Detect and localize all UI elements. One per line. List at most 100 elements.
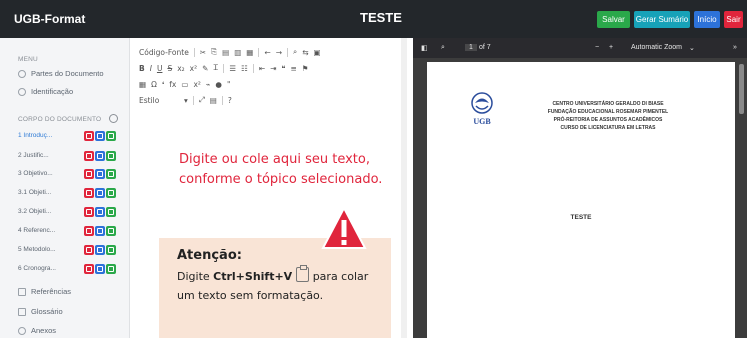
- flag-icon[interactable]: ⚑: [302, 64, 309, 73]
- double-quote-icon[interactable]: ": [227, 80, 230, 89]
- delete-topic-icon[interactable]: [84, 226, 94, 236]
- pdf-scrollbar[interactable]: [739, 64, 744, 114]
- edit-topic-icon[interactable]: [95, 226, 105, 236]
- edit-topic-icon[interactable]: [95, 264, 105, 274]
- sidebar-item-references[interactable]: Referências: [18, 287, 71, 296]
- link-icon[interactable]: ⌁: [206, 80, 211, 89]
- add-topic-icon[interactable]: [106, 131, 116, 141]
- sidebar-item-attachments[interactable]: Anexos: [18, 326, 56, 335]
- chevron-down-icon[interactable]: ▾: [184, 96, 188, 105]
- style-select[interactable]: Estilo: [139, 96, 179, 105]
- delete-topic-icon[interactable]: [84, 131, 94, 141]
- edit-topic-icon[interactable]: [95, 151, 105, 161]
- text-editor[interactable]: Código-Fonte ✂ ⎘ ▤ ▥ ▦ ← → ⌕ ⇆ ▣ B I U S…: [131, 38, 401, 338]
- maximize-icon[interactable]: ⤢: [199, 95, 205, 105]
- sidebar-item-document-parts[interactable]: Partes do Documento: [18, 69, 104, 78]
- edit-topic-icon[interactable]: [95, 131, 105, 141]
- menu-heading: MENU: [18, 56, 38, 63]
- delete-topic-icon[interactable]: [84, 245, 94, 255]
- clear-format-icon[interactable]: Ꮖ: [213, 63, 218, 73]
- numbered-list-icon[interactable]: ☰: [229, 64, 236, 73]
- align-icon[interactable]: ≡: [290, 64, 296, 73]
- footnote-icon[interactable]: x²: [193, 80, 200, 89]
- chevron-down-icon[interactable]: ⌄: [689, 44, 695, 52]
- delete-topic-icon[interactable]: [84, 207, 94, 217]
- outdent-icon[interactable]: ⇤: [259, 64, 265, 73]
- zoom-out-icon[interactable]: −: [595, 44, 599, 51]
- find-icon[interactable]: ⌕: [293, 47, 297, 57]
- source-code-button[interactable]: Código-Fonte: [139, 48, 189, 57]
- redo-icon[interactable]: →: [276, 48, 282, 57]
- add-topic-icon[interactable]: [106, 188, 116, 198]
- app-brand[interactable]: UGB-Format: [14, 12, 85, 26]
- page-number-input[interactable]: 1: [465, 44, 477, 51]
- sidebar-item-glossary[interactable]: Glossário: [18, 307, 63, 316]
- topic-item-3-1[interactable]: 3.1 Objeti...: [18, 188, 124, 200]
- formula-button[interactable]: fx: [169, 80, 176, 89]
- blockquote-icon[interactable]: ❝: [281, 64, 285, 73]
- sidebar-item-identification[interactable]: Identificação: [18, 87, 73, 96]
- topic-item-3-2[interactable]: 3.2 Objeti...: [18, 207, 124, 219]
- edit-topic-icon[interactable]: [95, 207, 105, 217]
- add-topic-icon[interactable]: [106, 207, 116, 217]
- record-icon[interactable]: ●: [215, 80, 222, 89]
- topic-label: 5 Metodolo...: [18, 246, 56, 253]
- select-all-icon[interactable]: ▣: [313, 48, 320, 57]
- blocks-icon[interactable]: ▤: [210, 96, 217, 105]
- delete-topic-icon[interactable]: [84, 169, 94, 179]
- sidebar-toggle-icon[interactable]: ◧: [421, 44, 428, 52]
- zoom-select[interactable]: Automatic Zoom: [631, 44, 682, 51]
- logout-button[interactable]: Sair: [724, 11, 743, 28]
- topic-item-5[interactable]: 5 Metodolo...: [18, 245, 124, 257]
- bold-button[interactable]: B: [139, 64, 145, 73]
- paste-text-icon[interactable]: ▥: [234, 48, 241, 57]
- add-topic-icon[interactable]: [106, 151, 116, 161]
- gear-icon[interactable]: [109, 114, 118, 123]
- topic-item-4[interactable]: 4 Referenc...: [18, 226, 124, 238]
- paste-word-icon[interactable]: ▦: [246, 48, 253, 57]
- delete-topic-icon[interactable]: [84, 151, 94, 161]
- clipboard-icon: [296, 265, 310, 282]
- copy-icon[interactable]: ⎘: [211, 47, 217, 57]
- table-icon[interactable]: ▦: [139, 80, 146, 89]
- undo-icon[interactable]: ←: [264, 48, 270, 57]
- delete-topic-icon[interactable]: [84, 264, 94, 274]
- edit-topic-icon[interactable]: [95, 188, 105, 198]
- paste-icon[interactable]: ▤: [222, 48, 229, 57]
- edit-topic-icon[interactable]: [95, 169, 105, 179]
- editor-placeholder-text[interactable]: Digite ou cole aqui seu texto, conforme …: [179, 150, 389, 190]
- add-topic-icon[interactable]: [106, 245, 116, 255]
- underline-button[interactable]: U: [157, 64, 163, 73]
- more-tools-icon[interactable]: »: [733, 44, 737, 51]
- image-icon[interactable]: ▭: [181, 80, 188, 89]
- format-painter-icon[interactable]: ✎: [202, 64, 208, 73]
- topic-item-2[interactable]: 2 Justific...: [18, 151, 124, 163]
- toolbar-row-3: ▦ Ω ❛ fx ▭ x² ⌁ ● ": [139, 76, 397, 92]
- search-icon[interactable]: ⌕: [441, 44, 445, 52]
- superscript-button[interactable]: x²: [190, 64, 197, 73]
- sidebar-item-label: Glossário: [31, 307, 63, 316]
- save-button[interactable]: Salvar: [597, 11, 630, 28]
- indent-icon[interactable]: ⇥: [270, 64, 276, 73]
- cut-icon[interactable]: ✂: [200, 48, 206, 57]
- quote-icon[interactable]: ❛: [162, 80, 164, 89]
- strikethrough-button[interactable]: S: [167, 64, 172, 73]
- add-topic-icon[interactable]: [106, 264, 116, 274]
- add-topic-icon[interactable]: [106, 226, 116, 236]
- add-topic-icon[interactable]: [106, 169, 116, 179]
- edit-topic-icon[interactable]: [95, 245, 105, 255]
- generate-summary-button[interactable]: Gerar Sumário: [634, 11, 690, 28]
- help-button[interactable]: ?: [228, 96, 232, 105]
- replace-icon[interactable]: ⇆: [302, 48, 308, 57]
- home-button[interactable]: Início: [694, 11, 720, 28]
- zoom-in-icon[interactable]: +: [609, 44, 613, 51]
- bullet-list-icon[interactable]: ☷: [241, 64, 248, 73]
- topic-item-6[interactable]: 6 Cronogra...: [18, 264, 124, 276]
- editor-scrollbar[interactable]: [401, 38, 407, 338]
- italic-button[interactable]: I: [150, 64, 152, 73]
- topic-item-3[interactable]: 3 Objetivo...: [18, 169, 124, 181]
- special-char-button[interactable]: Ω: [151, 80, 157, 89]
- subscript-button[interactable]: x₂: [177, 64, 184, 73]
- delete-topic-icon[interactable]: [84, 188, 94, 198]
- topic-item-1[interactable]: 1 Introduç...: [18, 131, 124, 143]
